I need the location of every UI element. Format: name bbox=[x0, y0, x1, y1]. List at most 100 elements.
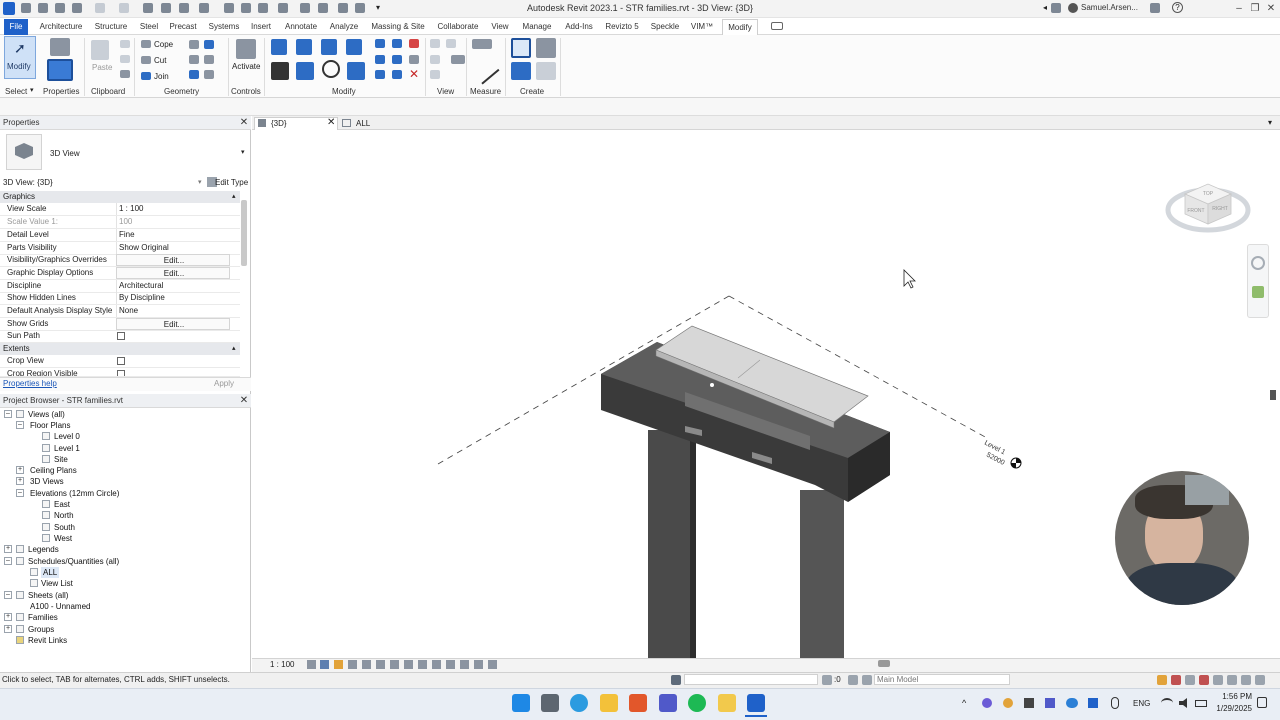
canvas-scroll-thumb[interactable] bbox=[1270, 390, 1276, 400]
view-override-icon[interactable] bbox=[430, 55, 440, 64]
expand-toggle[interactable]: + bbox=[4, 545, 12, 553]
create-parts-icon[interactable] bbox=[536, 38, 556, 58]
steering-wheel-icon[interactable] bbox=[1251, 256, 1265, 270]
viewcube-front[interactable]: FRONT bbox=[1187, 208, 1204, 214]
view-tool-2-icon[interactable] bbox=[446, 39, 456, 48]
wifi-icon[interactable] bbox=[1161, 698, 1173, 708]
tab-insert[interactable]: Insert bbox=[248, 19, 274, 35]
exclude-options-icon[interactable] bbox=[862, 675, 872, 685]
graphics-section[interactable]: Graphics bbox=[0, 191, 240, 203]
view-linework-icon[interactable] bbox=[430, 70, 440, 79]
move-icon[interactable] bbox=[271, 62, 289, 80]
tab-collaborate[interactable]: Collaborate bbox=[434, 19, 482, 35]
tree-item[interactable]: 3D Views bbox=[30, 476, 64, 487]
crop-view-icon[interactable] bbox=[376, 660, 385, 669]
type-properties-icon[interactable] bbox=[50, 38, 70, 56]
help-icon[interactable]: ? bbox=[1172, 2, 1183, 13]
brave-icon[interactable] bbox=[629, 694, 647, 712]
cut-label[interactable]: Cut bbox=[154, 56, 166, 65]
tree-item[interactable]: Floor Plans bbox=[30, 420, 70, 431]
prop-crop-region-visible[interactable]: Crop Region Visible bbox=[0, 368, 240, 377]
text-a-icon[interactable] bbox=[258, 3, 268, 13]
copy-clipboard-icon[interactable] bbox=[120, 55, 130, 63]
expand-toggle[interactable]: + bbox=[4, 613, 12, 621]
cut-geometry-icon[interactable] bbox=[141, 56, 151, 64]
analytical-model-icon[interactable] bbox=[460, 660, 469, 669]
switch-windows-icon[interactable] bbox=[355, 3, 365, 13]
zoom-icon[interactable] bbox=[1252, 286, 1264, 298]
tree-item[interactable]: View List bbox=[41, 578, 73, 589]
array-icon[interactable] bbox=[375, 55, 385, 64]
prop-sun-path[interactable]: Sun Path bbox=[0, 330, 240, 343]
revit-taskbar-icon[interactable] bbox=[747, 694, 765, 712]
paste-icon[interactable] bbox=[91, 40, 109, 60]
save-icon[interactable] bbox=[55, 3, 65, 13]
prop-detail-level[interactable]: Detail Level Fine bbox=[0, 229, 240, 242]
view-tabs-menu-icon[interactable]: ▾ bbox=[1268, 118, 1272, 127]
expand-toggle[interactable]: + bbox=[4, 625, 12, 633]
geometry-tool-4-icon[interactable] bbox=[204, 55, 214, 64]
show-crop-icon[interactable] bbox=[390, 660, 399, 669]
type-selector-dropdown-icon[interactable]: ▾ bbox=[241, 148, 245, 156]
reveal-hidden-icon[interactable] bbox=[432, 660, 441, 669]
worksets-icon[interactable] bbox=[671, 675, 681, 685]
drawing-area[interactable]: Level 1 52000 bbox=[252, 130, 1280, 658]
editable-only-icon[interactable] bbox=[822, 675, 832, 685]
horizontal-scrollbar-thumb[interactable] bbox=[878, 660, 890, 667]
show-grids-edit-button[interactable]: Edit... bbox=[116, 318, 230, 330]
show-hidden-icons-icon[interactable]: ^ bbox=[962, 698, 966, 708]
level-marker[interactable]: Level 1 52000 bbox=[983, 440, 1022, 469]
tree-item[interactable]: Sheets (all) bbox=[28, 590, 68, 601]
design-options-icon[interactable] bbox=[848, 675, 858, 685]
instance-dropdown-icon[interactable]: ▾ bbox=[198, 178, 202, 186]
tree-item[interactable]: Site bbox=[54, 454, 68, 465]
tab-analyze[interactable]: Analyze bbox=[327, 19, 361, 35]
select-pinned-icon[interactable] bbox=[1185, 675, 1195, 685]
pin-icon[interactable] bbox=[409, 55, 419, 64]
join-icon[interactable] bbox=[141, 72, 151, 80]
tray-app-4-icon[interactable] bbox=[1045, 698, 1055, 708]
cope-icon[interactable] bbox=[141, 40, 151, 48]
tray-app-3-icon[interactable] bbox=[1024, 698, 1034, 708]
tray-app-2-icon[interactable] bbox=[1003, 698, 1013, 708]
select-panel-label[interactable]: Select bbox=[5, 87, 27, 96]
detail-line-icon[interactable] bbox=[224, 3, 234, 13]
view-tab-all-label[interactable]: ALL bbox=[356, 119, 370, 128]
temp-hide-icon[interactable] bbox=[418, 660, 427, 669]
task-view-icon[interactable] bbox=[541, 694, 559, 712]
tab-speckle[interactable]: Speckle bbox=[648, 19, 682, 35]
copy-icon[interactable] bbox=[296, 62, 314, 80]
instance-selector[interactable]: 3D View: {3D} bbox=[3, 178, 53, 187]
align-icon[interactable] bbox=[271, 39, 287, 55]
geometry-tool-2-icon[interactable] bbox=[204, 40, 214, 49]
join-label[interactable]: Join bbox=[154, 72, 169, 81]
lock-view-icon[interactable] bbox=[404, 660, 413, 669]
tree-item[interactable]: Families bbox=[28, 612, 58, 623]
cart-icon[interactable] bbox=[1150, 3, 1160, 13]
graphic-display-edit-button[interactable]: Edit... bbox=[116, 267, 230, 279]
text-icon[interactable] bbox=[241, 3, 251, 13]
geometry-tool-5-icon[interactable] bbox=[189, 70, 199, 79]
properties-icon[interactable] bbox=[47, 59, 73, 81]
sun-path-checkbox[interactable] bbox=[117, 332, 125, 340]
select-underlay-icon[interactable] bbox=[1171, 675, 1181, 685]
tab-massing-site[interactable]: Massing & Site bbox=[368, 19, 428, 35]
expand-toggle[interactable]: – bbox=[4, 591, 12, 599]
dimension-quick-icon[interactable] bbox=[179, 3, 189, 13]
tab-systems[interactable]: Systems bbox=[206, 19, 242, 35]
tree-item[interactable]: Level 1 bbox=[54, 443, 80, 454]
measure-quick-icon[interactable] bbox=[161, 3, 171, 13]
viewcube-top[interactable]: TOP bbox=[1203, 191, 1214, 197]
print-icon[interactable] bbox=[143, 3, 153, 13]
close-icon[interactable]: ✕ bbox=[1263, 2, 1279, 16]
open-icon[interactable] bbox=[21, 3, 31, 13]
filter-count-icon[interactable] bbox=[1255, 675, 1265, 685]
worksharing-display-icon[interactable] bbox=[446, 660, 455, 669]
tree-item[interactable]: North bbox=[54, 510, 74, 521]
tag-quick-icon[interactable] bbox=[199, 3, 209, 13]
tree-item[interactable]: Legends bbox=[28, 544, 59, 555]
tree-item[interactable]: A100 - Unnamed bbox=[30, 601, 90, 612]
tree-item[interactable]: Schedules/Quantities (all) bbox=[28, 556, 119, 567]
expand-toggle[interactable]: + bbox=[16, 477, 24, 485]
thin-lines-icon[interactable] bbox=[318, 3, 328, 13]
